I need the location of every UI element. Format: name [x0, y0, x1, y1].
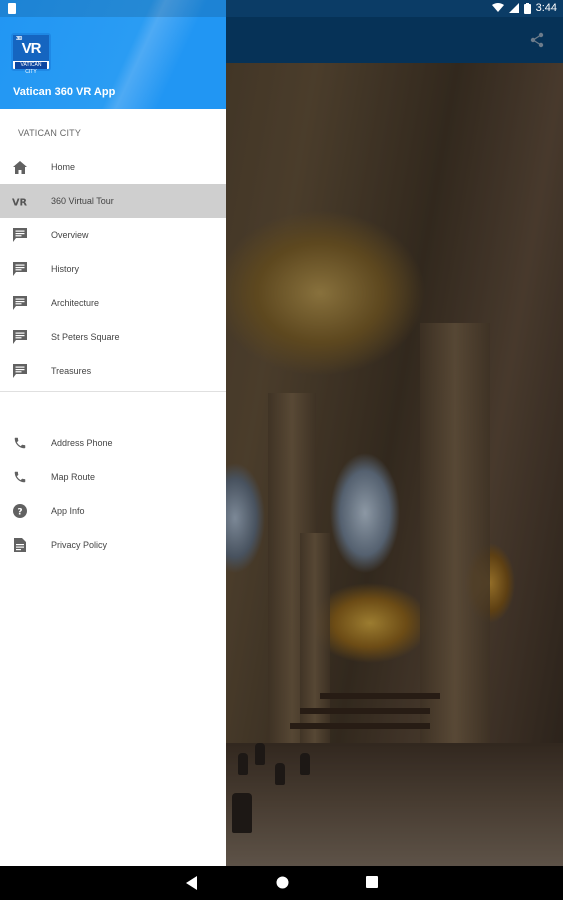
svg-text:VR: VR — [12, 197, 28, 207]
home-icon — [12, 159, 28, 175]
app-title: Vatican 360 VR App — [13, 86, 116, 98]
menu-item-label: 360 Virtual Tour — [51, 196, 114, 206]
menu-item-label: Address Phone — [51, 438, 113, 448]
logo-caption: VATICAN CITY — [15, 62, 47, 75]
menu-item-label: App Info — [51, 506, 85, 516]
menu-item-address-phone[interactable]: Address Phone — [0, 426, 226, 460]
menu-item-label: Treasures — [51, 366, 92, 376]
comment-icon — [12, 227, 28, 243]
drawer-status-strip — [0, 0, 226, 17]
phone-icon — [12, 435, 28, 451]
comment-icon — [12, 295, 28, 311]
menu-item-history[interactable]: History — [0, 252, 226, 286]
menu-item-label: History — [51, 264, 80, 274]
app-logo: 360 VR VATICAN CITY — [11, 33, 51, 75]
drawer-header: 360 VR VATICAN CITY Vatican 360 VR App — [0, 0, 226, 109]
menu-item-st-peters-square[interactable]: St Peters Square — [0, 320, 226, 354]
menu-item-label: Privacy Policy — [51, 540, 108, 550]
menu-item-overview[interactable]: Overview — [0, 218, 226, 252]
menu-item-label: Map Route — [51, 472, 96, 482]
menu-item-label: Architecture — [51, 298, 100, 308]
logo-text: VR — [21, 39, 42, 57]
menu-item-map-route[interactable]: Map Route — [0, 460, 226, 494]
logo-small-text: 360 — [16, 36, 22, 42]
menu-divider — [0, 391, 226, 392]
menu-item-architecture[interactable]: Architecture — [0, 286, 226, 320]
document-icon — [12, 537, 28, 553]
battery-icon — [523, 2, 531, 14]
comment-icon — [12, 261, 28, 277]
menu-item-label: St Peters Square — [51, 332, 120, 342]
clock: 3:44 — [535, 2, 557, 14]
sim-icon — [8, 3, 16, 14]
signal-icon — [508, 3, 519, 13]
help-icon: ? — [12, 503, 28, 519]
wifi-icon — [491, 3, 504, 12]
section-label: VATICAN CITY — [18, 128, 82, 138]
comment-icon — [12, 363, 28, 379]
menu-item-home[interactable]: Home — [0, 150, 226, 184]
system-nav-bar — [0, 866, 563, 900]
menu-item-label: Home — [51, 162, 76, 172]
phone-icon — [12, 469, 28, 485]
navigation-drawer: 360 VR VATICAN CITY Vatican 360 VR App V… — [0, 0, 226, 866]
menu-item-360-virtual-tour[interactable]: VR 360 Virtual Tour — [0, 184, 226, 218]
back-icon[interactable] — [186, 876, 198, 890]
secondary-menu: Address Phone Map Route ? App Info Priva… — [0, 426, 226, 562]
primary-menu: Home VR 360 Virtual Tour Overview Histor… — [0, 150, 226, 388]
menu-item-app-info[interactable]: ? App Info — [0, 494, 226, 528]
recents-icon[interactable] — [366, 876, 378, 888]
vr-icon: VR — [12, 193, 28, 209]
menu-item-treasures[interactable]: Treasures — [0, 354, 226, 388]
svg-text:?: ? — [17, 508, 22, 518]
menu-item-label: Overview — [51, 230, 89, 240]
home-button-icon[interactable] — [276, 876, 289, 889]
comment-icon — [12, 329, 28, 345]
menu-item-privacy-policy[interactable]: Privacy Policy — [0, 528, 226, 562]
